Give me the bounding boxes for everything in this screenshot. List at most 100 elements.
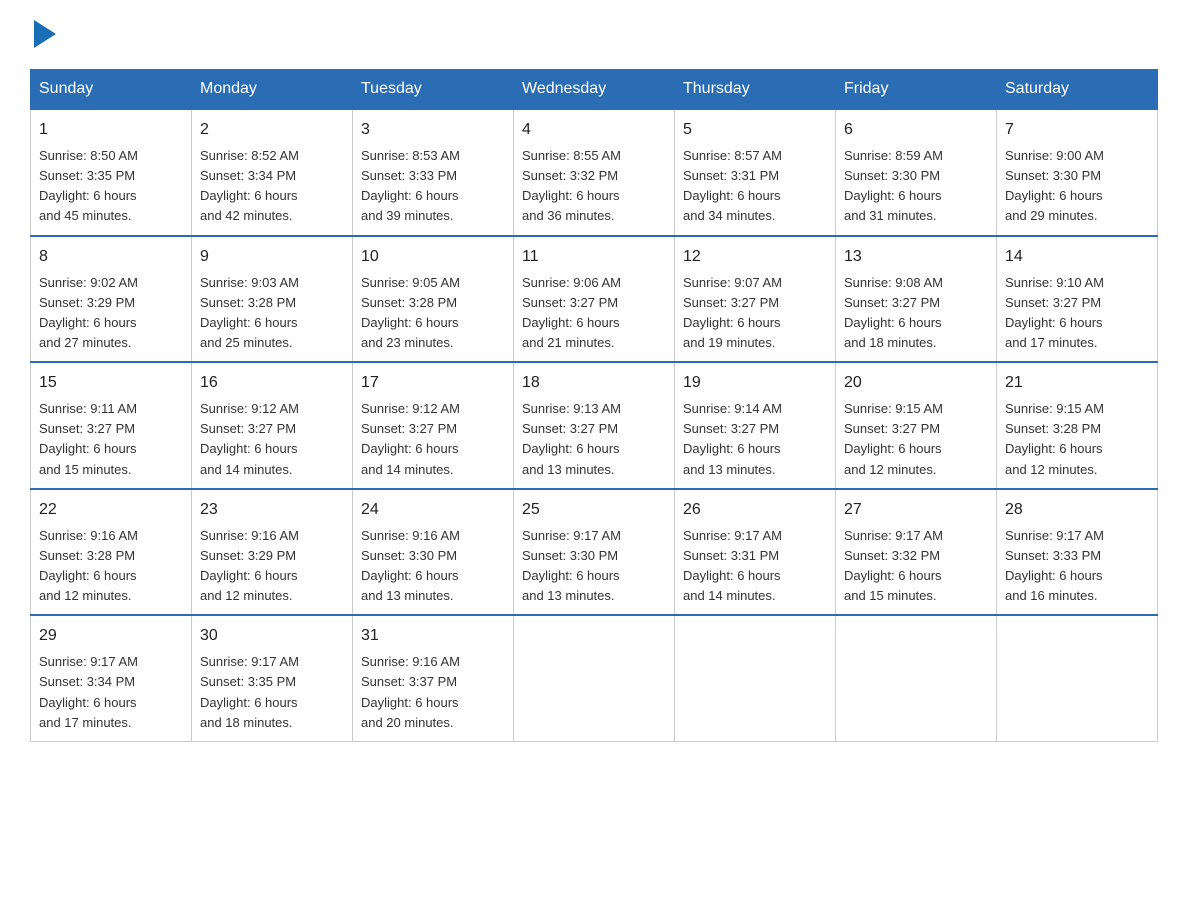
calendar-week-row: 15 Sunrise: 9:11 AMSunset: 3:27 PMDayligh… xyxy=(31,362,1158,489)
calendar-day-cell: 7 Sunrise: 9:00 AMSunset: 3:30 PMDaylight… xyxy=(997,109,1158,236)
calendar-day-cell: 13 Sunrise: 9:08 AMSunset: 3:27 PMDayligh… xyxy=(836,236,997,363)
calendar-day-cell: 10 Sunrise: 9:05 AMSunset: 3:28 PMDayligh… xyxy=(353,236,514,363)
day-info: Sunrise: 9:05 AMSunset: 3:28 PMDaylight:… xyxy=(361,275,460,350)
day-number: 31 xyxy=(361,624,505,648)
day-number: 1 xyxy=(39,118,183,142)
day-info: Sunrise: 9:02 AMSunset: 3:29 PMDaylight:… xyxy=(39,275,138,350)
calendar-day-cell: 30 Sunrise: 9:17 AMSunset: 3:35 PMDayligh… xyxy=(192,615,353,741)
day-info: Sunrise: 8:52 AMSunset: 3:34 PMDaylight:… xyxy=(200,148,299,223)
day-number: 30 xyxy=(200,624,344,648)
calendar-day-cell: 28 Sunrise: 9:17 AMSunset: 3:33 PMDayligh… xyxy=(997,489,1158,616)
day-number: 24 xyxy=(361,498,505,522)
day-header-sunday: Sunday xyxy=(31,70,192,110)
day-info: Sunrise: 9:17 AMSunset: 3:35 PMDaylight:… xyxy=(200,654,299,729)
day-number: 27 xyxy=(844,498,988,522)
calendar-day-cell xyxy=(836,615,997,741)
day-number: 19 xyxy=(683,371,827,395)
day-number: 3 xyxy=(361,118,505,142)
calendar-week-row: 1 Sunrise: 8:50 AMSunset: 3:35 PMDaylight… xyxy=(31,109,1158,236)
day-number: 14 xyxy=(1005,245,1149,269)
day-info: Sunrise: 9:14 AMSunset: 3:27 PMDaylight:… xyxy=(683,401,782,476)
calendar-table: SundayMondayTuesdayWednesdayThursdayFrid… xyxy=(30,69,1158,742)
day-info: Sunrise: 9:07 AMSunset: 3:27 PMDaylight:… xyxy=(683,275,782,350)
calendar-day-cell: 23 Sunrise: 9:16 AMSunset: 3:29 PMDayligh… xyxy=(192,489,353,616)
day-info: Sunrise: 9:10 AMSunset: 3:27 PMDaylight:… xyxy=(1005,275,1104,350)
day-header-saturday: Saturday xyxy=(997,70,1158,110)
day-info: Sunrise: 8:50 AMSunset: 3:35 PMDaylight:… xyxy=(39,148,138,223)
day-number: 16 xyxy=(200,371,344,395)
day-info: Sunrise: 9:03 AMSunset: 3:28 PMDaylight:… xyxy=(200,275,299,350)
calendar-day-cell: 3 Sunrise: 8:53 AMSunset: 3:33 PMDaylight… xyxy=(353,109,514,236)
calendar-day-cell: 14 Sunrise: 9:10 AMSunset: 3:27 PMDayligh… xyxy=(997,236,1158,363)
calendar-day-cell: 25 Sunrise: 9:17 AMSunset: 3:30 PMDayligh… xyxy=(514,489,675,616)
calendar-day-cell: 5 Sunrise: 8:57 AMSunset: 3:31 PMDaylight… xyxy=(675,109,836,236)
calendar-day-cell: 18 Sunrise: 9:13 AMSunset: 3:27 PMDayligh… xyxy=(514,362,675,489)
calendar-day-cell: 24 Sunrise: 9:16 AMSunset: 3:30 PMDayligh… xyxy=(353,489,514,616)
calendar-day-cell: 19 Sunrise: 9:14 AMSunset: 3:27 PMDayligh… xyxy=(675,362,836,489)
day-number: 4 xyxy=(522,118,666,142)
calendar-day-cell: 26Sunrise: 9:17 AMSunset: 3:31 PMDayligh… xyxy=(675,489,836,616)
day-info: Sunrise: 9:13 AMSunset: 3:27 PMDaylight:… xyxy=(522,401,621,476)
calendar-day-cell: 1 Sunrise: 8:50 AMSunset: 3:35 PMDaylight… xyxy=(31,109,192,236)
calendar-week-row: 8Sunrise: 9:02 AMSunset: 3:29 PMDaylight… xyxy=(31,236,1158,363)
day-info: Sunrise: 9:08 AMSunset: 3:27 PMDaylight:… xyxy=(844,275,943,350)
calendar-day-cell: 9 Sunrise: 9:03 AMSunset: 3:28 PMDaylight… xyxy=(192,236,353,363)
day-info: Sunrise: 9:16 AMSunset: 3:29 PMDaylight:… xyxy=(200,528,299,603)
calendar-day-cell: 2Sunrise: 8:52 AMSunset: 3:34 PMDaylight… xyxy=(192,109,353,236)
day-info: Sunrise: 9:16 AMSunset: 3:37 PMDaylight:… xyxy=(361,654,460,729)
day-number: 20 xyxy=(844,371,988,395)
day-header-wednesday: Wednesday xyxy=(514,70,675,110)
day-number: 22 xyxy=(39,498,183,522)
day-header-friday: Friday xyxy=(836,70,997,110)
calendar-day-cell xyxy=(514,615,675,741)
day-number: 13 xyxy=(844,245,988,269)
calendar-day-cell: 6Sunrise: 8:59 AMSunset: 3:30 PMDaylight… xyxy=(836,109,997,236)
day-info: Sunrise: 9:17 AMSunset: 3:34 PMDaylight:… xyxy=(39,654,138,729)
calendar-day-cell: 4Sunrise: 8:55 AMSunset: 3:32 PMDaylight… xyxy=(514,109,675,236)
day-number: 18 xyxy=(522,371,666,395)
day-number: 15 xyxy=(39,371,183,395)
day-info: Sunrise: 9:11 AMSunset: 3:27 PMDaylight:… xyxy=(39,401,137,476)
calendar-week-row: 29 Sunrise: 9:17 AMSunset: 3:34 PMDayligh… xyxy=(31,615,1158,741)
logo xyxy=(30,20,56,53)
day-info: Sunrise: 9:16 AMSunset: 3:28 PMDaylight:… xyxy=(39,528,138,603)
day-info: Sunrise: 9:00 AMSunset: 3:30 PMDaylight:… xyxy=(1005,148,1104,223)
day-number: 6 xyxy=(844,118,988,142)
day-number: 23 xyxy=(200,498,344,522)
day-info: Sunrise: 9:16 AMSunset: 3:30 PMDaylight:… xyxy=(361,528,460,603)
day-info: Sunrise: 9:15 AMSunset: 3:27 PMDaylight:… xyxy=(844,401,943,476)
calendar-day-cell xyxy=(997,615,1158,741)
day-info: Sunrise: 8:53 AMSunset: 3:33 PMDaylight:… xyxy=(361,148,460,223)
day-number: 5 xyxy=(683,118,827,142)
day-header-tuesday: Tuesday xyxy=(353,70,514,110)
calendar-day-cell: 31 Sunrise: 9:16 AMSunset: 3:37 PMDayligh… xyxy=(353,615,514,741)
calendar-day-cell xyxy=(675,615,836,741)
calendar-week-row: 22 Sunrise: 9:16 AMSunset: 3:28 PMDayligh… xyxy=(31,489,1158,616)
header xyxy=(30,20,1158,53)
day-number: 29 xyxy=(39,624,183,648)
day-number: 25 xyxy=(522,498,666,522)
day-info: Sunrise: 9:17 AMSunset: 3:33 PMDaylight:… xyxy=(1005,528,1104,603)
day-number: 7 xyxy=(1005,118,1149,142)
day-number: 28 xyxy=(1005,498,1149,522)
calendar-day-cell: 17 Sunrise: 9:12 AMSunset: 3:27 PMDayligh… xyxy=(353,362,514,489)
day-header-monday: Monday xyxy=(192,70,353,110)
day-number: 11 xyxy=(522,245,666,269)
calendar-day-cell: 27Sunrise: 9:17 AMSunset: 3:32 PMDayligh… xyxy=(836,489,997,616)
calendar-header-row: SundayMondayTuesdayWednesdayThursdayFrid… xyxy=(31,70,1158,110)
calendar-day-cell: 8Sunrise: 9:02 AMSunset: 3:29 PMDaylight… xyxy=(31,236,192,363)
calendar-day-cell: 12 Sunrise: 9:07 AMSunset: 3:27 PMDayligh… xyxy=(675,236,836,363)
calendar-day-cell: 11Sunrise: 9:06 AMSunset: 3:27 PMDayligh… xyxy=(514,236,675,363)
page-wrapper: SundayMondayTuesdayWednesdayThursdayFrid… xyxy=(0,0,1188,762)
calendar-day-cell: 15 Sunrise: 9:11 AMSunset: 3:27 PMDayligh… xyxy=(31,362,192,489)
day-info: Sunrise: 9:12 AMSunset: 3:27 PMDaylight:… xyxy=(361,401,460,476)
day-info: Sunrise: 8:57 AMSunset: 3:31 PMDaylight:… xyxy=(683,148,782,223)
day-header-thursday: Thursday xyxy=(675,70,836,110)
day-number: 9 xyxy=(200,245,344,269)
calendar-day-cell: 16Sunrise: 9:12 AMSunset: 3:27 PMDayligh… xyxy=(192,362,353,489)
day-number: 17 xyxy=(361,371,505,395)
day-info: Sunrise: 9:17 AMSunset: 3:30 PMDaylight:… xyxy=(522,528,621,603)
day-number: 10 xyxy=(361,245,505,269)
day-number: 12 xyxy=(683,245,827,269)
day-number: 26 xyxy=(683,498,827,522)
